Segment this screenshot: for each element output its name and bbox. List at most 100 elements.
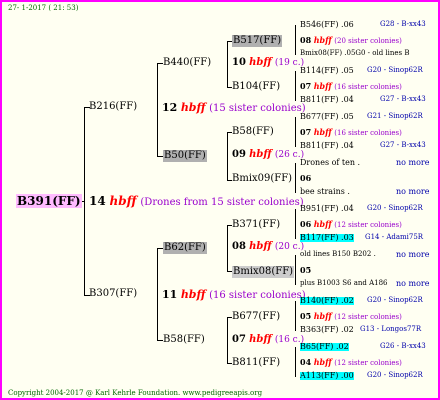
gen3-node-b1[interactable]: B58(FF) bbox=[232, 127, 274, 137]
root-gen-num: 14 bbox=[89, 194, 106, 208]
gen3-node-d1[interactable]: B677(FF) bbox=[232, 312, 280, 322]
gen4-row: B677(FF) .05 bbox=[300, 113, 354, 121]
gen4-name[interactable]: plus B1003 S6 and A186 bbox=[300, 279, 388, 287]
gen4-name[interactable]: B811(FF) .04 bbox=[300, 95, 354, 104]
gen4-loc: G28 - B-xx43 bbox=[380, 20, 426, 28]
connector bbox=[295, 209, 296, 239]
connector bbox=[295, 347, 296, 377]
gen4-row: B117(FF) .03 bbox=[300, 234, 354, 242]
hbff-label: hbff bbox=[180, 288, 206, 301]
gen4-row: old lines B150 B202 . bbox=[300, 251, 376, 258]
gen-num: 07 bbox=[300, 127, 312, 137]
gen1-bottom-generation: 11 hbff (16 sister colonies) bbox=[162, 289, 306, 301]
gen4-name[interactable]: B114(FF) .05 bbox=[300, 66, 354, 75]
no-more-label: no more bbox=[396, 158, 430, 167]
gen4-name[interactable]: Bmix08(FF) .05G0 - old lines B bbox=[300, 49, 410, 57]
no-more-label: no more bbox=[396, 187, 430, 196]
gen1-bottom-node[interactable]: B307(FF) bbox=[89, 289, 137, 299]
gen4-row: A113(FF) .00 bbox=[300, 372, 354, 380]
sister-note: (20 sister colonies) bbox=[334, 37, 402, 45]
gen4-row: B546(FF) .06 bbox=[300, 21, 354, 29]
copyright-footer: Copyright 2004-2017 @ Karl Kehrle Founda… bbox=[8, 389, 263, 397]
hbff-label: hbff bbox=[249, 334, 272, 345]
gen-num: 08 bbox=[232, 241, 246, 252]
connector bbox=[157, 63, 158, 156]
gen4-name[interactable]: B546(FF) .06 bbox=[300, 20, 354, 29]
gen2-node-b[interactable]: B50(FF) bbox=[163, 150, 207, 162]
gen2-node-c[interactable]: B62(FF) bbox=[163, 242, 207, 254]
gen4-row: B65(FF) .02 bbox=[300, 343, 349, 351]
sister-note: (15 sister colonies) bbox=[209, 103, 306, 114]
gen4-sister-row: 05 hbff (12 sister colonies) bbox=[300, 312, 402, 321]
gen4-row: B811(FF) .04 bbox=[300, 96, 354, 104]
gen-num: 06 bbox=[300, 219, 312, 229]
hbff-label: hbff bbox=[249, 149, 272, 160]
gen-num: 12 bbox=[162, 101, 178, 114]
root-note: (Drones from 15 sister colonies) bbox=[140, 197, 304, 208]
gen-num: 07 bbox=[232, 334, 246, 345]
gen4-name[interactable]: B811(FF) .04 bbox=[300, 141, 354, 150]
gen3-node-b2[interactable]: Bmix09(FF) bbox=[232, 174, 292, 184]
gen3-node-d2[interactable]: B811(FF) bbox=[232, 358, 280, 368]
no-more-label: no more bbox=[396, 250, 430, 259]
gen4-loc: G21 - Sinop62R bbox=[367, 112, 423, 120]
connector bbox=[227, 225, 228, 271]
gen4-loc: G20 - Sinop62R bbox=[367, 66, 423, 74]
sister-note: (16 sister colonies) bbox=[334, 129, 402, 137]
hbff-label: hbff bbox=[313, 127, 332, 137]
pedigree-frame: 27- 1-2017 ( 21: 53) B391(FF) 14 hbff (D… bbox=[0, 0, 440, 400]
gen3-node-a2[interactable]: B104(FF) bbox=[232, 82, 280, 92]
gen4-loc: G27 - B-xx43 bbox=[380, 95, 426, 103]
hbff-label: hbff bbox=[249, 241, 272, 252]
gen4-name[interactable]: A113(FF) .00 bbox=[300, 371, 354, 380]
gen4-row: B811(FF) .04 bbox=[300, 142, 354, 150]
gen4-name[interactable]: B140(FF) .02 bbox=[300, 296, 354, 305]
gen4-name[interactable]: B65(FF) .02 bbox=[300, 342, 349, 351]
date-stamp: 27- 1-2017 ( 21: 53) bbox=[8, 4, 79, 12]
root-generation: 14 hbff (Drones from 15 sister colonies) bbox=[89, 195, 304, 208]
gen4-row: B951(FF) .04 bbox=[300, 205, 354, 213]
sister-note: (16 sister colonies) bbox=[209, 290, 306, 301]
gen4-sister-row: 07 hbff (16 sister colonies) bbox=[300, 128, 402, 137]
root-node[interactable]: B391(FF) bbox=[16, 194, 82, 208]
connector bbox=[295, 255, 296, 285]
gen-num: 08 bbox=[300, 35, 312, 45]
gen3-node-c1[interactable]: B371(FF) bbox=[232, 220, 280, 230]
connector bbox=[227, 41, 228, 87]
gen4-name[interactable]: Drones of ten . bbox=[300, 158, 360, 167]
gen4-sister-row: 08 hbff (20 sister colonies) bbox=[300, 36, 402, 45]
gen4-name[interactable]: B951(FF) .04 bbox=[300, 204, 354, 213]
gen4-loc: G13 - Longos77R bbox=[360, 325, 422, 333]
gen2-node-a[interactable]: B440(FF) bbox=[163, 58, 211, 68]
gen-num: 06 bbox=[300, 173, 312, 183]
gen3-node-c2[interactable]: Bmix08(FF) bbox=[232, 266, 295, 278]
gen2-b-generation: 09 hbff (26 c.) bbox=[232, 150, 304, 160]
sister-note: (12 sister colonies) bbox=[334, 221, 402, 229]
gen4-row: B140(FF) .02 bbox=[300, 297, 354, 305]
gen4-loc: G20 - Sinop62R bbox=[367, 371, 423, 379]
gen-num: 07 bbox=[300, 81, 312, 91]
gen2-a-generation: 10 hbff (19 c.) bbox=[232, 58, 304, 68]
gen1-top-node[interactable]: B216(FF) bbox=[89, 102, 137, 112]
connector bbox=[295, 25, 296, 55]
gen4-name[interactable]: B363(FF) .02 bbox=[300, 325, 354, 334]
gen-num: 09 bbox=[232, 149, 246, 160]
gen4-row: plus B1003 S6 and A186 bbox=[300, 280, 388, 287]
gen4-name[interactable]: B677(FF) .05 bbox=[300, 112, 354, 121]
gen4-name[interactable]: old lines B150 B202 . bbox=[300, 250, 376, 258]
gen4-row: Bmix08(FF) .05G0 - old lines B bbox=[300, 50, 410, 57]
gen4-name[interactable]: bee strains . bbox=[300, 187, 350, 196]
connector bbox=[227, 132, 228, 180]
gen2-node-d[interactable]: B58(FF) bbox=[163, 335, 205, 345]
connector bbox=[295, 163, 296, 193]
gen4-row: Drones of ten . bbox=[300, 159, 360, 167]
hbff-label: hbff bbox=[313, 311, 332, 321]
gen4-sister-row: 07 hbff (16 sister colonies) bbox=[300, 82, 402, 91]
hbff-label: hbff bbox=[180, 101, 206, 114]
gen4-sister-row: 04 hbff (12 sister colonies) bbox=[300, 358, 402, 367]
gen3-node-a1[interactable]: B517(FF) bbox=[232, 35, 283, 47]
gen4-name[interactable]: B117(FF) .03 bbox=[300, 233, 354, 242]
hbff-label: hbff bbox=[313, 81, 332, 91]
gen-num: 05 bbox=[300, 265, 312, 275]
hbff-label: hbff bbox=[313, 35, 332, 45]
